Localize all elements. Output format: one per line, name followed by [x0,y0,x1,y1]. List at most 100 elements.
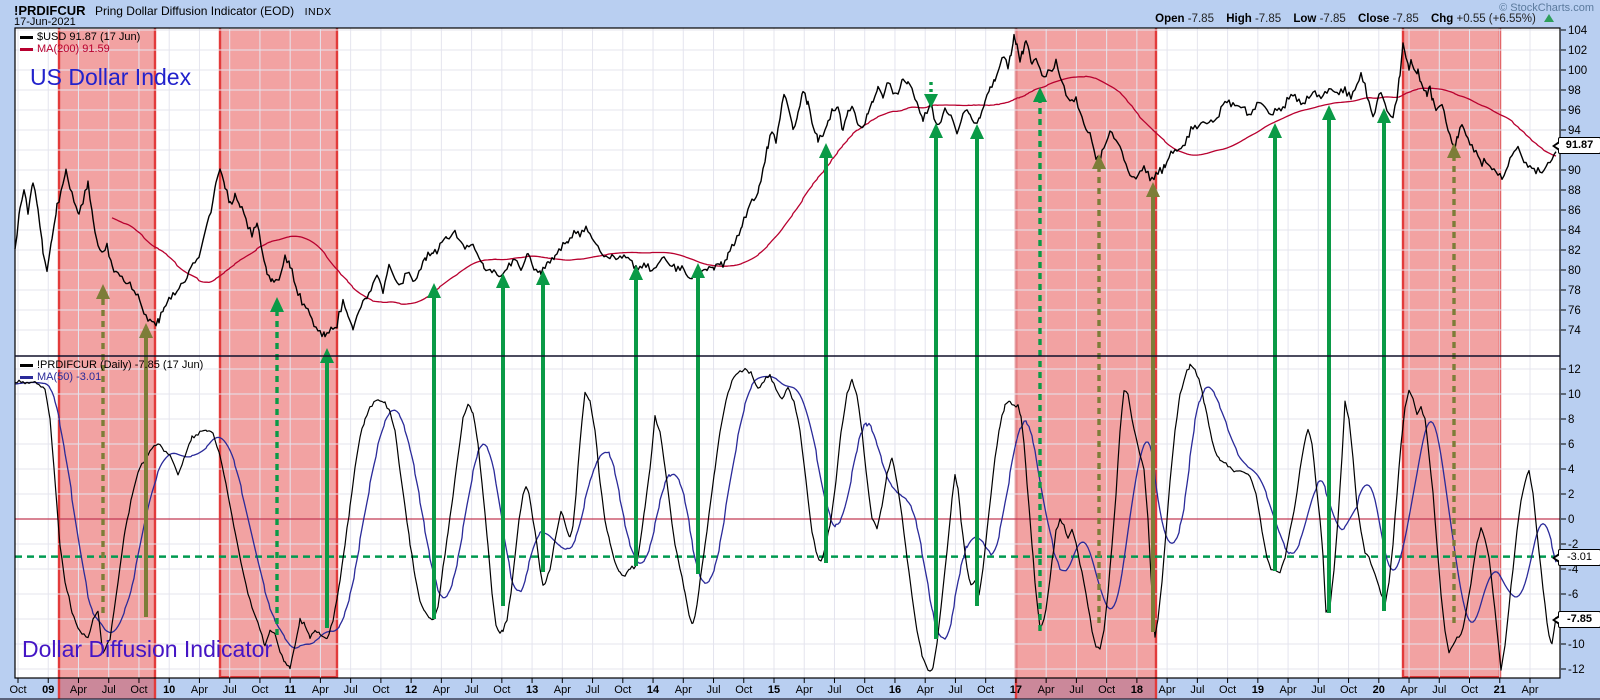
up-triangle-icon [1544,14,1554,22]
upper-axis-label: 96 [1568,105,1581,117]
x-axis-label: Jul [1069,684,1083,696]
x-axis-label: Apr [1159,684,1176,696]
upper-axis-label: 100 [1568,65,1587,77]
x-axis-label: Apr [917,684,934,696]
lower-axis-label: 6 [1568,439,1574,451]
upper-axis-label: 102 [1568,45,1587,57]
upper-panel-annotation: US Dollar Index [30,64,191,91]
prdifcur-legend-label: !PRDIFCUR (Daily) -7.85 (17 Jun) [37,359,203,371]
ma200-legend-label: MA(200) 91.59 [37,43,110,55]
x-axis-label: Jul [1190,684,1204,696]
x-axis-label: Jul [344,684,358,696]
upper-axis-label: 94 [1568,125,1581,137]
chart-canvas: 1041021009896949290888684828078767412108… [0,0,1600,700]
x-axis-label: Apr [433,684,450,696]
x-axis-label: Oct [1461,684,1478,696]
red-band [1403,29,1500,678]
x-axis-label: 19 [1252,684,1264,696]
upper-legend: $USD 91.87 (17 Jun) MA(200) 91.59 [20,31,140,55]
x-axis-label: Oct [251,684,268,696]
open-label: Open [1155,13,1184,25]
x-axis-label: 18 [1131,684,1143,696]
x-axis-label: Oct [614,684,631,696]
ma50-legend-label: MA(50) -3.01 [37,371,101,383]
upper-axis-label: 88 [1568,185,1581,197]
ma200-line-swatch-icon [20,48,33,51]
upper-axis-label: 86 [1568,205,1581,217]
lower-axis-label: 0 [1568,514,1574,526]
x-axis-label: Apr [1521,684,1538,696]
x-axis-label: 15 [768,684,780,696]
lower-axis-label: -6 [1568,589,1578,601]
x-axis-label: Oct [1219,684,1236,696]
x-axis-label: Apr [554,684,571,696]
x-axis-label: Jul [706,684,720,696]
x-axis-label: 17 [1010,684,1022,696]
x-axis-label: Apr [312,684,329,696]
x-axis-label: Oct [130,684,147,696]
legend-ma200: MA(200) 91.59 [20,43,140,55]
x-axis-label: 10 [163,684,175,696]
prdifcur-line-swatch-icon [20,364,33,367]
upper-axis-label: 76 [1568,305,1581,317]
upper-axis-label: 90 [1568,165,1581,177]
open-value: -7.85 [1188,13,1214,25]
legend-prdifcur: !PRDIFCUR (Daily) -7.85 (17 Jun) [20,359,203,371]
x-axis-label: 13 [526,684,538,696]
ma50-line-swatch-icon [20,376,33,379]
x-axis-label: Apr [796,684,813,696]
x-axis-label: Jul [465,684,479,696]
lower-axis-label: 8 [1568,414,1574,426]
x-axis-label: 09 [42,684,54,696]
lower-axis-label: -12 [1568,664,1585,676]
ma50-value-callout: -3.01 [1558,549,1600,566]
x-axis-label: Oct [856,684,873,696]
x-axis-label: 14 [647,684,660,696]
last-indicator-callout: -7.85 [1558,611,1600,628]
usd-line-swatch-icon [20,36,33,39]
x-axis-label: 11 [284,684,296,696]
legend-ma50: MA(50) -3.01 [20,371,203,383]
x-axis-label: Oct [493,684,510,696]
x-axis-label: Apr [70,684,87,696]
chart-title: Pring Dollar Diffusion Indicator (EOD) [95,4,294,18]
chg-value: +0.55 (+6.55%) [1457,13,1536,25]
lower-axis-label: 4 [1568,464,1575,476]
x-axis-label: Oct [372,684,389,696]
stockcharts-chart: !PRDIFCUR Pring Dollar Diffusion Indicat… [0,0,1600,700]
x-axis-label: Apr [1280,684,1297,696]
x-axis-label: Oct [1340,684,1357,696]
exchange-label: INDX [305,6,332,18]
lower-axis-label: 2 [1568,489,1574,501]
x-axis-label: Jul [223,684,237,696]
high-label: High [1226,13,1252,25]
low-label: Low [1293,13,1316,25]
upper-axis-label: 104 [1568,25,1588,37]
x-axis-label: Apr [1400,684,1417,696]
high-value: -7.85 [1255,13,1281,25]
x-axis-label: 16 [889,684,901,696]
x-axis-label: Apr [675,684,692,696]
close-value: -7.85 [1393,13,1419,25]
x-axis-label: Jul [1311,684,1325,696]
lower-legend: !PRDIFCUR (Daily) -7.85 (17 Jun) MA(50) … [20,359,203,383]
upper-axis-label: 74 [1568,325,1581,337]
lower-panel-annotation: Dollar Diffusion Indicator [22,636,272,663]
upper-axis-label: 98 [1568,85,1581,97]
lower-axis-label: -10 [1568,639,1585,651]
low-value: -7.85 [1320,13,1346,25]
x-axis-label: Oct [9,684,26,696]
x-axis-label: Apr [191,684,208,696]
lower-axis-label: 10 [1568,389,1581,401]
upper-axis-label: 78 [1568,285,1581,297]
legend-usd: $USD 91.87 (17 Jun) [20,31,140,43]
x-axis-label: Jul [827,684,841,696]
x-axis-label: Apr [1038,684,1055,696]
x-axis-label: Jul [948,684,962,696]
x-axis-label: 21 [1494,684,1506,696]
last-price-callout: 91.87 [1558,137,1600,154]
upper-axis-label: 82 [1568,245,1581,257]
x-axis-label: 12 [405,684,417,696]
x-axis-label: 20 [1373,684,1385,696]
upper-axis-label: 84 [1568,225,1581,237]
